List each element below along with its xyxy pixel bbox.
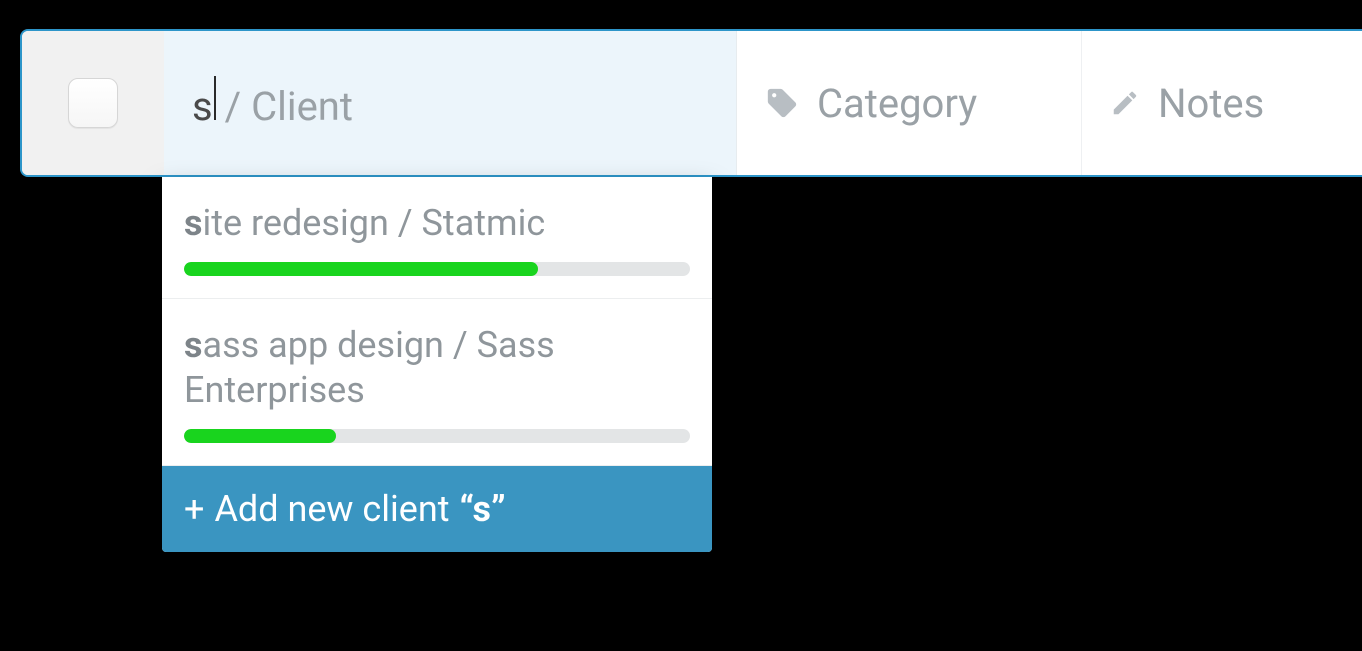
client-field[interactable]: s / Client <box>164 31 737 175</box>
match-highlight: s <box>184 202 203 244</box>
autocomplete-dropdown: site redesign / Statmic sass app design /… <box>162 177 712 552</box>
progress-bar <box>184 262 690 276</box>
text-cursor <box>214 76 216 120</box>
entry-row: s / Client Category Notes <box>20 29 1362 177</box>
plus-icon: + <box>184 488 204 530</box>
autocomplete-item-title: site redesign / Statmic <box>184 201 690 246</box>
category-label: Category <box>817 80 977 127</box>
checkbox-cell <box>22 31 164 175</box>
client-placeholder: / Client <box>225 83 353 130</box>
client-typed-text: s <box>192 83 213 130</box>
match-highlight: s <box>184 324 203 366</box>
progress-bar <box>184 429 690 443</box>
tag-icon <box>765 86 799 120</box>
progress-bar-fill <box>184 429 336 443</box>
autocomplete-item-title: sass app design / Sass Enterprises <box>184 323 690 413</box>
autocomplete-item[interactable]: sass app design / Sass Enterprises <box>162 299 712 466</box>
notes-label: Notes <box>1158 80 1264 127</box>
row-checkbox[interactable] <box>68 78 118 128</box>
pencil-icon <box>1110 88 1140 118</box>
progress-bar-fill <box>184 262 538 276</box>
add-new-client-button[interactable]: + Add new client “s” <box>162 466 712 552</box>
autocomplete-item[interactable]: site redesign / Statmic <box>162 177 712 299</box>
add-new-client-label: Add new client <box>214 488 449 530</box>
add-new-client-query: “s” <box>460 488 506 530</box>
client-input[interactable]: s / Client <box>192 76 353 130</box>
notes-field[interactable]: Notes <box>1082 31 1362 175</box>
category-field[interactable]: Category <box>737 31 1082 175</box>
